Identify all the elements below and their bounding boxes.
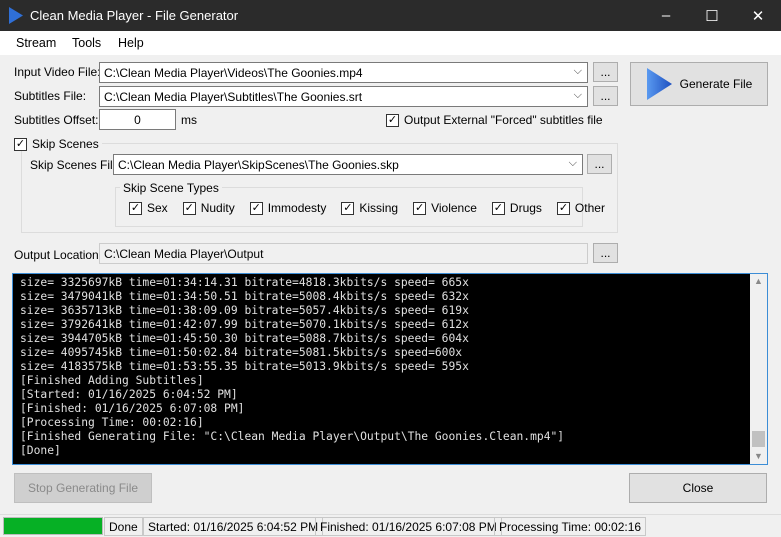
checkmark-icon: ✓	[491, 201, 505, 215]
console-line: [Finished Generating File: "C:\Clean Med…	[20, 430, 565, 443]
skip-type-label: Other	[574, 201, 605, 215]
console-line: size= 4095745kB time=01:50:02.84 bitrate…	[20, 346, 463, 359]
checkmark-icon: ✓	[129, 201, 142, 215]
console-text: size= 3325697kB time=01:34:14.31 bitrate…	[20, 276, 564, 458]
checkmark-icon: ✓	[249, 201, 263, 215]
browse-video-button[interactable]: ...	[593, 62, 618, 82]
status-bar: Done Started: 01/16/2025 6:04:52 PM Fini…	[0, 514, 781, 537]
skip-file-combo[interactable]: C:\Clean Media Player\SkipScenes\The Goo…	[113, 154, 583, 175]
generate-file-button[interactable]: Generate File	[630, 62, 768, 106]
progress-fill	[4, 518, 102, 534]
chevron-down-icon: ⌵	[573, 89, 582, 101]
output-location-label: Output Location:	[14, 248, 103, 262]
skip-type-label: Sex	[147, 201, 168, 215]
browse-skip-file-button[interactable]: ...	[587, 154, 612, 174]
app-logo-icon	[9, 7, 23, 24]
progress-bar	[3, 517, 103, 535]
skip-types-list: ✓ Sex ✓ Nudity ✓ Immodesty ✓ Kissing ✓ Violen…	[129, 201, 605, 215]
chevron-down-icon: ⌵	[568, 157, 577, 169]
chevron-down-icon: ⌵	[573, 65, 582, 77]
subtitles-value: C:\Clean Media Player\Subtitles\The Goon…	[104, 90, 363, 104]
console-line: [Finished: 01/16/2025 6:07:08 PM]	[20, 402, 245, 415]
console-line: size= 3479041kB time=01:34:50.51 bitrate…	[20, 290, 469, 303]
maximize-button[interactable]: ☐	[689, 0, 735, 31]
subtitles-combo[interactable]: C:\Clean Media Player\Subtitles\The Goon…	[99, 86, 588, 107]
console-line: [Done]	[20, 444, 61, 457]
skip-type-immodesty[interactable]: ✓ Immodesty	[249, 201, 327, 215]
menu-tools[interactable]: Tools	[72, 36, 101, 50]
console-line: size= 3325697kB time=01:34:14.31 bitrate…	[20, 276, 469, 289]
skip-type-label: Immodesty	[267, 201, 327, 215]
close-button[interactable]: Close	[629, 473, 767, 503]
skip-type-label: Drugs	[509, 201, 542, 215]
console-line: [Started: 01/16/2025 6:04:52 PM]	[20, 388, 238, 401]
title-bar: Clean Media Player - File Generator – ☐ …	[0, 0, 781, 31]
menu-stream[interactable]: Stream	[16, 36, 56, 50]
scroll-up-icon[interactable]: ▲	[754, 276, 763, 286]
skip-file-label: Skip Scenes File:	[30, 158, 123, 172]
minimize-button[interactable]: –	[643, 0, 689, 31]
skip-type-sex[interactable]: ✓ Sex	[129, 201, 168, 215]
skip-type-nudity[interactable]: ✓ Nudity	[182, 201, 235, 215]
status-finished: Finished: 01/16/2025 6:07:08 PM	[315, 517, 502, 536]
menu-help[interactable]: Help	[118, 36, 144, 50]
skip-type-drugs[interactable]: ✓ Drugs	[491, 201, 542, 215]
console-line: size= 4183575kB time=01:53:55.35 bitrate…	[20, 360, 469, 373]
console-line: size= 3635713kB time=01:38:09.09 bitrate…	[20, 304, 469, 317]
scrollbar-thumb[interactable]	[752, 431, 765, 447]
forced-subtitles-checkbox[interactable]: ✓ Output External "Forced" subtitles file	[386, 113, 603, 127]
input-video-label: Input Video File:	[14, 65, 101, 79]
input-video-combo[interactable]: C:\Clean Media Player\Videos\The Goonies…	[99, 62, 588, 83]
input-video-value: C:\Clean Media Player\Videos\The Goonies…	[104, 66, 363, 80]
offset-input[interactable]: 0	[99, 109, 176, 130]
console-scrollbar[interactable]: ▲ ▼	[750, 274, 767, 464]
console-line: size= 3944705kB time=01:45:50.30 bitrate…	[20, 332, 469, 345]
status-processing-time: Processing Time: 00:02:16	[494, 517, 647, 536]
window-title: Clean Media Player - File Generator	[30, 8, 239, 23]
skip-type-label: Kissing	[359, 201, 399, 215]
skip-scenes-label: Skip Scenes	[32, 137, 99, 151]
skip-type-label: Nudity	[200, 201, 235, 215]
skip-type-label: Violence	[431, 201, 477, 215]
offset-unit: ms	[181, 113, 197, 127]
checkmark-icon: ✓	[413, 201, 427, 215]
play-icon	[646, 68, 672, 100]
browse-subtitles-button[interactable]: ...	[593, 86, 618, 106]
checkmark-icon: ✓	[14, 137, 27, 151]
checkmark-icon: ✓	[341, 201, 355, 215]
skip-file-value: C:\Clean Media Player\SkipScenes\The Goo…	[118, 158, 399, 172]
status-started: Started: 01/16/2025 6:04:52 PM	[143, 517, 324, 536]
status-state: Done	[104, 517, 143, 536]
checkmark-icon: ✓	[386, 113, 399, 127]
subtitles-label: Subtitles File:	[14, 89, 87, 103]
close-window-button[interactable]: ✕	[735, 0, 781, 31]
stop-generating-button[interactable]: Stop Generating File	[14, 473, 152, 503]
skip-scenes-checkbox[interactable]: ✓ Skip Scenes	[14, 137, 102, 151]
checkmark-icon: ✓	[182, 201, 196, 215]
output-location-field[interactable]: C:\Clean Media Player\Output	[99, 243, 588, 264]
scroll-down-icon[interactable]: ▼	[754, 451, 763, 461]
console-output[interactable]: size= 3325697kB time=01:34:14.31 bitrate…	[12, 273, 768, 465]
generate-file-label: Generate File	[679, 77, 753, 91]
skip-type-violence[interactable]: ✓ Violence	[413, 201, 477, 215]
console-line: size= 3792641kB time=01:42:07.99 bitrate…	[20, 318, 469, 331]
checkmark-icon: ✓	[556, 201, 570, 215]
skip-types-label: Skip Scene Types	[120, 181, 222, 195]
menu-bar: Stream Tools Help	[0, 31, 781, 55]
console-line: [Finished Adding Subtitles]	[20, 374, 204, 387]
forced-subtitles-label: Output External "Forced" subtitles file	[404, 113, 603, 127]
browse-output-button[interactable]: ...	[593, 243, 618, 263]
console-line: [Processing Time: 00:02:16]	[20, 416, 204, 429]
offset-label: Subtitles Offset:	[14, 113, 99, 127]
skip-type-kissing[interactable]: ✓ Kissing	[341, 201, 398, 215]
skip-type-other[interactable]: ✓ Other	[556, 201, 605, 215]
